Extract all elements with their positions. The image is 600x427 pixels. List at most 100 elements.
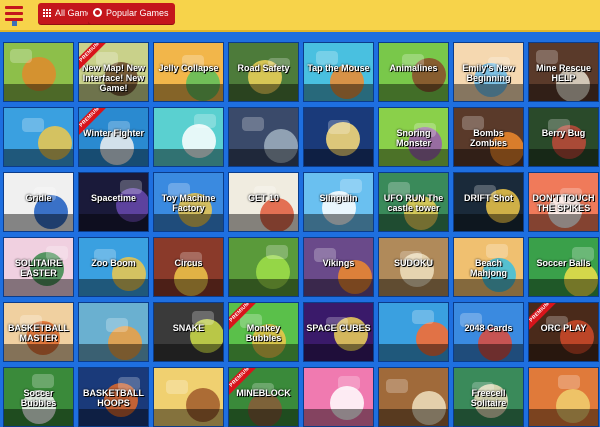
game-tile[interactable]: Winter Fighter PREMIUM — [78, 107, 149, 167]
game-tile[interactable]: SPACE CUBES — [303, 302, 374, 362]
game-tile[interactable]: Animalines — [378, 42, 449, 102]
game-tile[interactable]: Berry Bug — [528, 107, 599, 167]
tile-art-shape — [120, 180, 142, 194]
game-title: 2048 Cards — [464, 323, 513, 333]
tile-ground — [79, 278, 148, 296]
tile-ground — [4, 408, 73, 426]
tile-ground — [379, 278, 448, 296]
game-tile[interactable]: DON'T TOUCH THE SPIKES — [528, 172, 599, 232]
game-tile[interactable]: Snoring Monster — [378, 107, 449, 167]
tile-art-shape — [340, 179, 362, 193]
game-title: BASKETBALL MASTER — [8, 323, 69, 343]
tile-ground — [379, 408, 448, 426]
game-tile[interactable]: Freecell Solitaire — [453, 367, 524, 427]
game-tile[interactable]: Gridle — [3, 172, 74, 232]
game-tile[interactable]: New Map! New Interface! New Game! PREMIUM — [78, 42, 149, 102]
game-tile[interactable] — [78, 302, 149, 362]
tile-ground — [454, 278, 523, 296]
game-tile[interactable]: UFO RUN The castle tower — [378, 172, 449, 232]
tile-ground — [379, 148, 448, 166]
game-title: Vikings — [322, 258, 355, 268]
game-title: Winter Fighter — [83, 128, 144, 138]
game-title: Beach Mahjong — [470, 258, 507, 278]
game-tile[interactable] — [153, 367, 224, 427]
tile-art-shape — [166, 380, 188, 394]
tile-ground — [229, 408, 298, 426]
tile-ground — [4, 343, 73, 361]
game-title: Road Safety — [237, 63, 290, 73]
game-tile[interactable]: 2048 Cards — [453, 302, 524, 362]
game-title: BASKETBALL HOOPS — [83, 388, 144, 408]
game-title: MINEBLOCK — [236, 388, 291, 398]
game-tile[interactable]: Tap the Mouse — [303, 42, 374, 102]
tile-ground — [379, 213, 448, 231]
game-tile[interactable]: BASKETBALL HOOPS — [78, 367, 149, 427]
tile-ground — [79, 408, 148, 426]
game-tile[interactable]: BASKETBALL MASTER — [3, 302, 74, 362]
hamburger-icon[interactable] — [5, 4, 23, 26]
game-tile[interactable] — [303, 107, 374, 167]
game-title: Spacetime — [90, 193, 137, 203]
game-title: GET 10 — [247, 193, 279, 203]
game-tile[interactable] — [3, 42, 74, 102]
game-tile[interactable]: DRIFT Shot — [453, 172, 524, 232]
game-tile[interactable]: ORC PLAY PREMIUM — [528, 302, 599, 362]
game-tile[interactable]: Slingulin — [303, 172, 374, 232]
game-title: Circus — [174, 258, 203, 268]
game-tile[interactable]: MINEBLOCK PREMIUM — [228, 367, 299, 427]
game-tile[interactable] — [228, 237, 299, 297]
game-tile[interactable]: Bombs Zombies — [453, 107, 524, 167]
game-title: Jelly Collapse — [158, 63, 219, 73]
game-title: Snoring Monster — [395, 128, 431, 148]
game-tile[interactable]: Spacetime — [78, 172, 149, 232]
game-tile[interactable] — [378, 302, 449, 362]
game-title: ORC PLAY — [540, 323, 587, 333]
game-tile[interactable] — [303, 367, 374, 427]
game-tile[interactable]: SUDOKU — [378, 237, 449, 297]
game-tile[interactable]: Beach Mahjong — [453, 237, 524, 297]
tile-ground — [304, 148, 373, 166]
tile-art-shape — [412, 310, 434, 324]
tile-art-shape — [106, 318, 128, 332]
tile-ground — [4, 213, 73, 231]
game-tile[interactable]: Mine Rescue HELP — [528, 42, 599, 102]
tile-ground — [154, 408, 223, 426]
game-title: Monkey Bubbles — [245, 323, 282, 343]
game-tile[interactable]: Soccer Bubbles — [3, 367, 74, 427]
game-tile[interactable]: Soccer Balls — [528, 237, 599, 297]
tile-art-shape — [194, 114, 216, 128]
game-tile[interactable] — [228, 107, 299, 167]
tile-ground — [529, 343, 598, 361]
tile-ground — [4, 148, 73, 166]
game-tile[interactable]: Toy Machine Factory — [153, 172, 224, 232]
game-tile[interactable]: Circus — [153, 237, 224, 297]
tile-ground — [454, 408, 523, 426]
tile-art-shape — [10, 49, 32, 63]
game-title: Zoo Boom — [91, 258, 136, 268]
game-tile[interactable]: Vikings — [303, 237, 374, 297]
tile-ground — [529, 278, 598, 296]
tile-ground — [379, 343, 448, 361]
game-tile[interactable]: Zoo Boom — [78, 237, 149, 297]
tile-ground — [229, 83, 298, 101]
game-tile[interactable]: SNAKE — [153, 302, 224, 362]
game-tile[interactable]: Monkey Bubbles PREMIUM — [228, 302, 299, 362]
game-tile[interactable] — [153, 107, 224, 167]
popular-games-button[interactable]: Popular Games — [88, 3, 175, 24]
tile-art-shape — [328, 120, 350, 134]
tile-ground — [529, 83, 598, 101]
game-tile[interactable]: Jelly Collapse — [153, 42, 224, 102]
small-square-icon — [12, 21, 17, 26]
tile-ground — [154, 213, 223, 231]
game-tile[interactable] — [3, 107, 74, 167]
game-title: Bombs Zombies — [469, 128, 507, 148]
tile-ground — [454, 343, 523, 361]
game-tile[interactable]: Emily's New Beginning — [453, 42, 524, 102]
game-tile[interactable]: SOLITAIRE EASTER — [3, 237, 74, 297]
tile-ground — [529, 408, 598, 426]
game-tile[interactable] — [528, 367, 599, 427]
game-title: SPACE CUBES — [306, 323, 371, 333]
game-tile[interactable] — [378, 367, 449, 427]
game-tile[interactable]: GET 10 — [228, 172, 299, 232]
game-tile[interactable]: Road Safety — [228, 42, 299, 102]
